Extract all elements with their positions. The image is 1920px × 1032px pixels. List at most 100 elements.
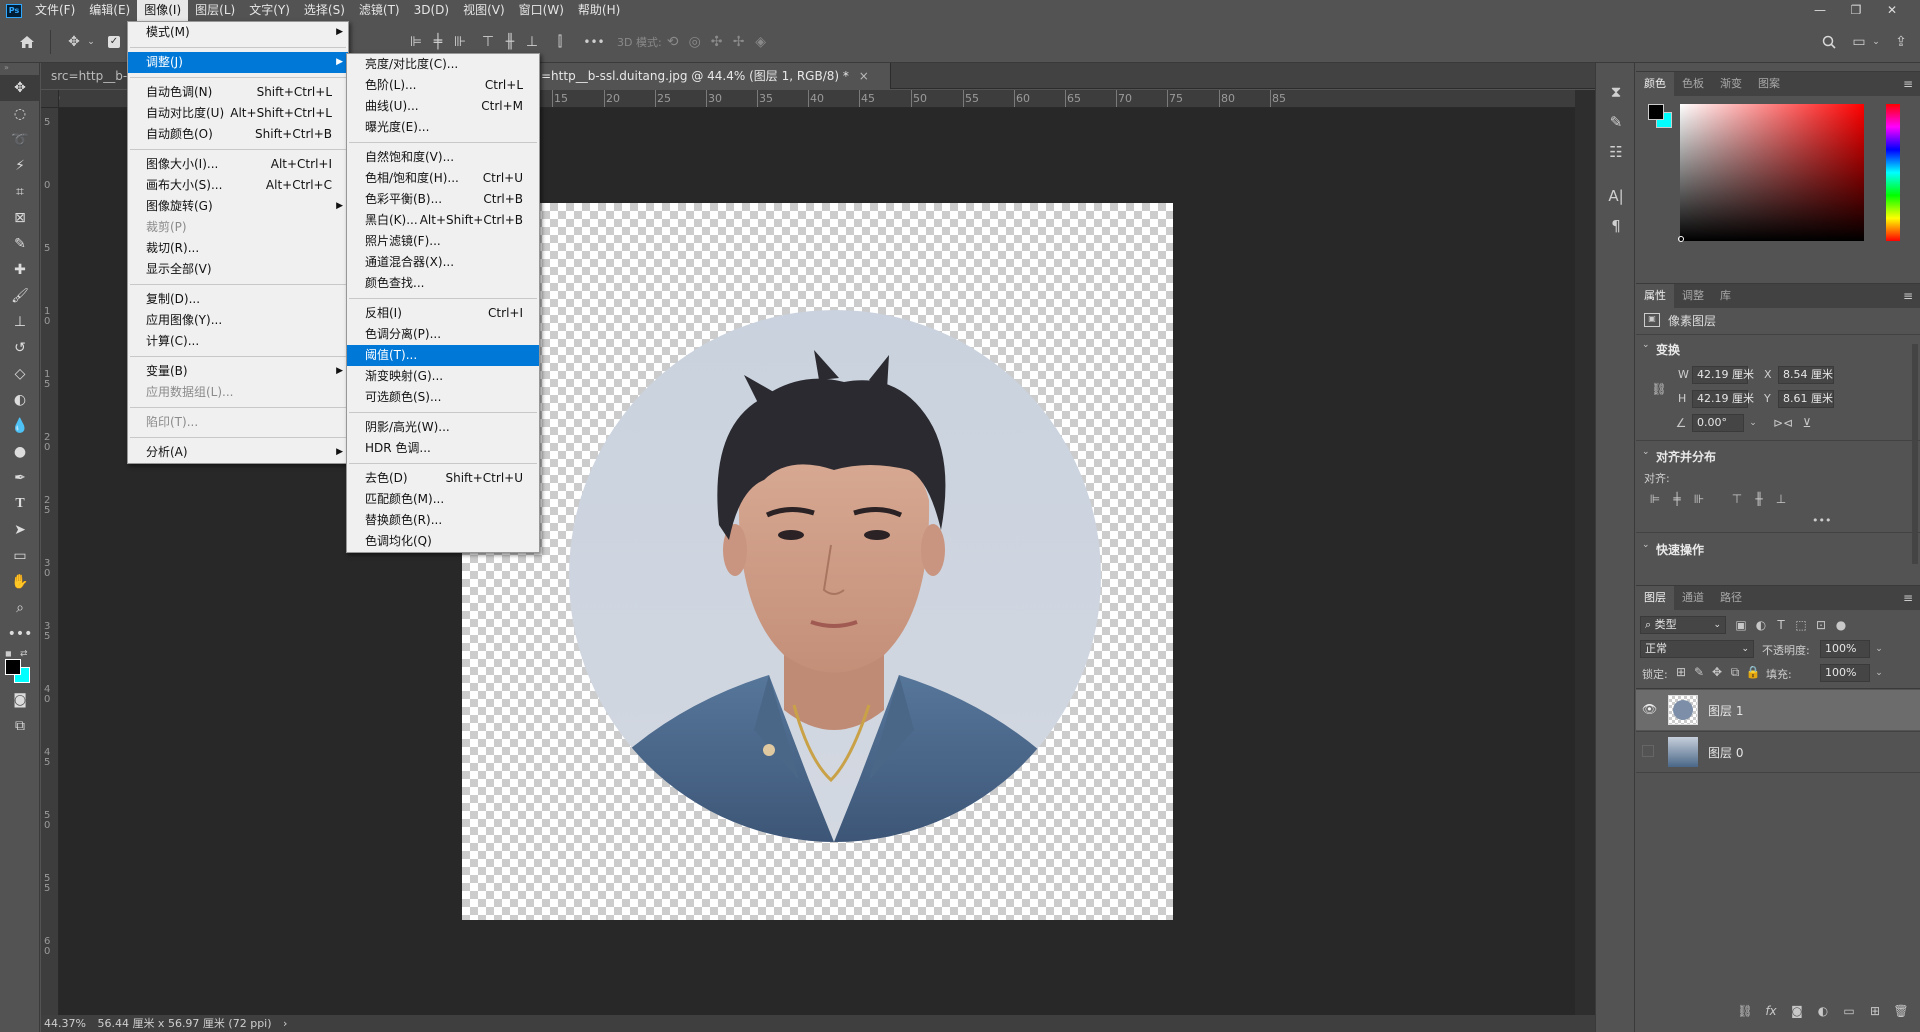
eraser-tool-icon[interactable]: ◇ xyxy=(0,361,40,387)
height-field[interactable]: 42.19 厘米 xyxy=(1692,390,1754,408)
align-bottom-icon[interactable]: ⊥ xyxy=(521,31,543,53)
menu-item[interactable]: 通道混合器(X)... xyxy=(347,252,539,273)
magic-wand-tool-icon[interactable]: ⚡ xyxy=(0,153,40,179)
color-picker-marker[interactable] xyxy=(1678,236,1684,242)
menu-item[interactable]: 匹配颜色(M)... xyxy=(347,489,539,510)
zoom-tool-icon[interactable]: ⌕ xyxy=(0,595,40,621)
menu-item[interactable]: 可选颜色(S)... xyxy=(347,387,539,408)
menu-item[interactable]: 复制(D)... xyxy=(128,289,348,310)
color-swatches[interactable]: ◼ ⇄ xyxy=(0,647,39,687)
menu-item[interactable]: 分析(A) ▶ xyxy=(128,442,348,463)
menu-item[interactable]: 阈值(T)... xyxy=(347,345,539,366)
menu-item[interactable]: 曝光度(E)... xyxy=(347,117,539,138)
visibility-toggle[interactable] xyxy=(1642,745,1654,757)
tab-properties[interactable]: 属性 xyxy=(1636,284,1674,308)
blur-tool-icon[interactable]: 💧 xyxy=(0,413,40,439)
3d-roll-icon[interactable]: ◎ xyxy=(684,31,706,53)
menu-item[interactable]: 色调均化(Q) xyxy=(347,531,539,552)
gradient-tool-icon[interactable]: ◐ xyxy=(0,387,40,413)
tab-paths[interactable]: 路径 xyxy=(1712,586,1750,610)
menu-item[interactable]: 颜色查找... xyxy=(347,273,539,294)
status-arrow-icon[interactable]: › xyxy=(283,1017,287,1030)
tab-adjustments[interactable]: 调整 xyxy=(1674,284,1712,308)
menu-5[interactable]: 选择(S) xyxy=(297,0,352,21)
tab-libraries[interactable]: 库 xyxy=(1712,284,1739,308)
hand-tool-icon[interactable]: ✋ xyxy=(0,569,40,595)
fg-color-swatch[interactable] xyxy=(1648,104,1664,120)
workspace-icon[interactable]: ▭ xyxy=(1848,31,1870,53)
filter-pixel-icon[interactable]: ▣ xyxy=(1732,616,1750,634)
share-icon[interactable]: ⇪ xyxy=(1890,31,1912,53)
align-v-centers-icon[interactable]: ╫ xyxy=(1750,490,1768,508)
move-tool-icon[interactable]: ✥ xyxy=(0,75,40,101)
align-chevron-icon[interactable]: ⌄ xyxy=(1642,447,1650,457)
document-canvas[interactable] xyxy=(462,203,1173,920)
menu-7[interactable]: 3D(D) xyxy=(407,0,456,21)
filter-type-icon[interactable]: T xyxy=(1772,616,1790,634)
menu-item[interactable]: 自动颜色(O) Shift+Ctrl+B xyxy=(128,124,348,145)
align-top-edges-icon[interactable]: ⊤ xyxy=(1728,490,1746,508)
minimize-button[interactable]: — xyxy=(1802,0,1838,21)
lock-transparency-icon[interactable]: ⊞ xyxy=(1672,663,1690,681)
3d-pan-icon[interactable]: ✣ xyxy=(706,31,728,53)
tab-layers[interactable]: 图层 xyxy=(1636,586,1674,610)
character-icon[interactable]: A| xyxy=(1596,181,1636,211)
paragraph-icon[interactable]: ¶ xyxy=(1596,211,1636,241)
menu-item[interactable]: 去色(D) Shift+Ctrl+U xyxy=(347,468,539,489)
marquee-tool-icon[interactable]: ◌ xyxy=(0,101,40,127)
brush-settings-icon[interactable]: ✎ xyxy=(1596,107,1636,137)
angle-field[interactable]: 0.00° xyxy=(1692,414,1744,432)
menu-item[interactable]: 模式(M) ▶ xyxy=(128,22,348,43)
menu-item[interactable]: 反相(I) Ctrl+I xyxy=(347,303,539,324)
menu-item[interactable]: 显示全部(V) xyxy=(128,259,348,280)
distribute-icon[interactable]: ⫿ xyxy=(549,31,571,53)
3d-slide-icon[interactable]: ✢ xyxy=(728,31,750,53)
menu-item[interactable]: 照片滤镜(F)... xyxy=(347,231,539,252)
opacity-field[interactable]: 100% xyxy=(1820,640,1870,658)
foreground-color-swatch[interactable] xyxy=(5,659,21,675)
path-selection-tool-icon[interactable]: ➤ xyxy=(0,517,40,543)
menu-4[interactable]: 文字(Y) xyxy=(242,0,297,21)
healing-brush-tool-icon[interactable]: ✚ xyxy=(0,257,40,283)
filter-toggle-icon[interactable]: ● xyxy=(1832,616,1850,634)
frame-tool-icon[interactable]: ⊠ xyxy=(0,205,40,231)
menu-item[interactable]: 计算(C)... xyxy=(128,331,348,352)
pen-tool-icon[interactable]: ✒ xyxy=(0,465,40,491)
fill-chevron-icon[interactable]: ⌄ xyxy=(1870,664,1888,682)
panel-menu-icon[interactable]: ≡ xyxy=(1896,77,1920,91)
menu-2[interactable]: 图像(I) xyxy=(137,0,189,21)
tab-patterns[interactable]: 图案 xyxy=(1750,72,1788,96)
tab-channels[interactable]: 通道 xyxy=(1674,586,1712,610)
restore-button[interactable]: ❐ xyxy=(1838,0,1874,21)
menu-1[interactable]: 编辑(E) xyxy=(82,0,137,21)
auto-select-checkbox[interactable]: ✓ xyxy=(103,31,125,53)
menu-8[interactable]: 视图(V) xyxy=(456,0,512,21)
menu-9[interactable]: 窗口(W) xyxy=(512,0,571,21)
menu-item[interactable]: 自动对比度(U) Alt+Shift+Ctrl+L xyxy=(128,103,348,124)
quick-actions-chevron-icon[interactable]: ⌄ xyxy=(1642,540,1650,550)
brush-tool-icon[interactable]: 🖌 xyxy=(0,283,40,309)
tab-gradients[interactable]: 渐变 xyxy=(1712,72,1750,96)
menu-item[interactable]: 图像旋转(G) ▶ xyxy=(128,196,348,217)
menu-item[interactable]: 亮度/对比度(C)... xyxy=(347,54,539,75)
layer-filter-select[interactable]: ⌕ 类型 ⌄ xyxy=(1640,616,1726,634)
menu-item[interactable]: 色相/饱和度(H)... Ctrl+U xyxy=(347,168,539,189)
layer-row-1[interactable]: 👁 图层 1 xyxy=(1636,690,1920,730)
menu-item[interactable]: 替换颜色(R)... xyxy=(347,510,539,531)
menu-item[interactable]: 画布大小(S)... Alt+Ctrl+C xyxy=(128,175,348,196)
layer-name[interactable]: 图层 1 xyxy=(1708,702,1743,719)
layer-row-0[interactable]: 图层 0 xyxy=(1636,731,1920,771)
edit-toolbar-icon[interactable]: ••• xyxy=(0,621,40,647)
menu-item[interactable]: 色阶(L)... Ctrl+L xyxy=(347,75,539,96)
search-icon[interactable] xyxy=(1818,31,1840,53)
tab-close-icon[interactable]: × xyxy=(859,69,869,83)
menu-item[interactable]: 裁切(R)... xyxy=(128,238,348,259)
new-group-icon[interactable]: ▭ xyxy=(1840,1002,1858,1020)
hue-slider[interactable] xyxy=(1886,104,1900,241)
y-field[interactable]: 8.61 厘米 xyxy=(1778,390,1834,408)
link-layers-icon[interactable]: ⛓ xyxy=(1736,1002,1754,1020)
panel-menu-icon[interactable]: ≡ xyxy=(1896,591,1920,605)
lock-pixels-icon[interactable]: ✎ xyxy=(1690,663,1708,681)
flip-vertical-icon[interactable]: ⊻ xyxy=(1798,414,1816,432)
lock-position-icon[interactable]: ✥ xyxy=(1708,663,1726,681)
